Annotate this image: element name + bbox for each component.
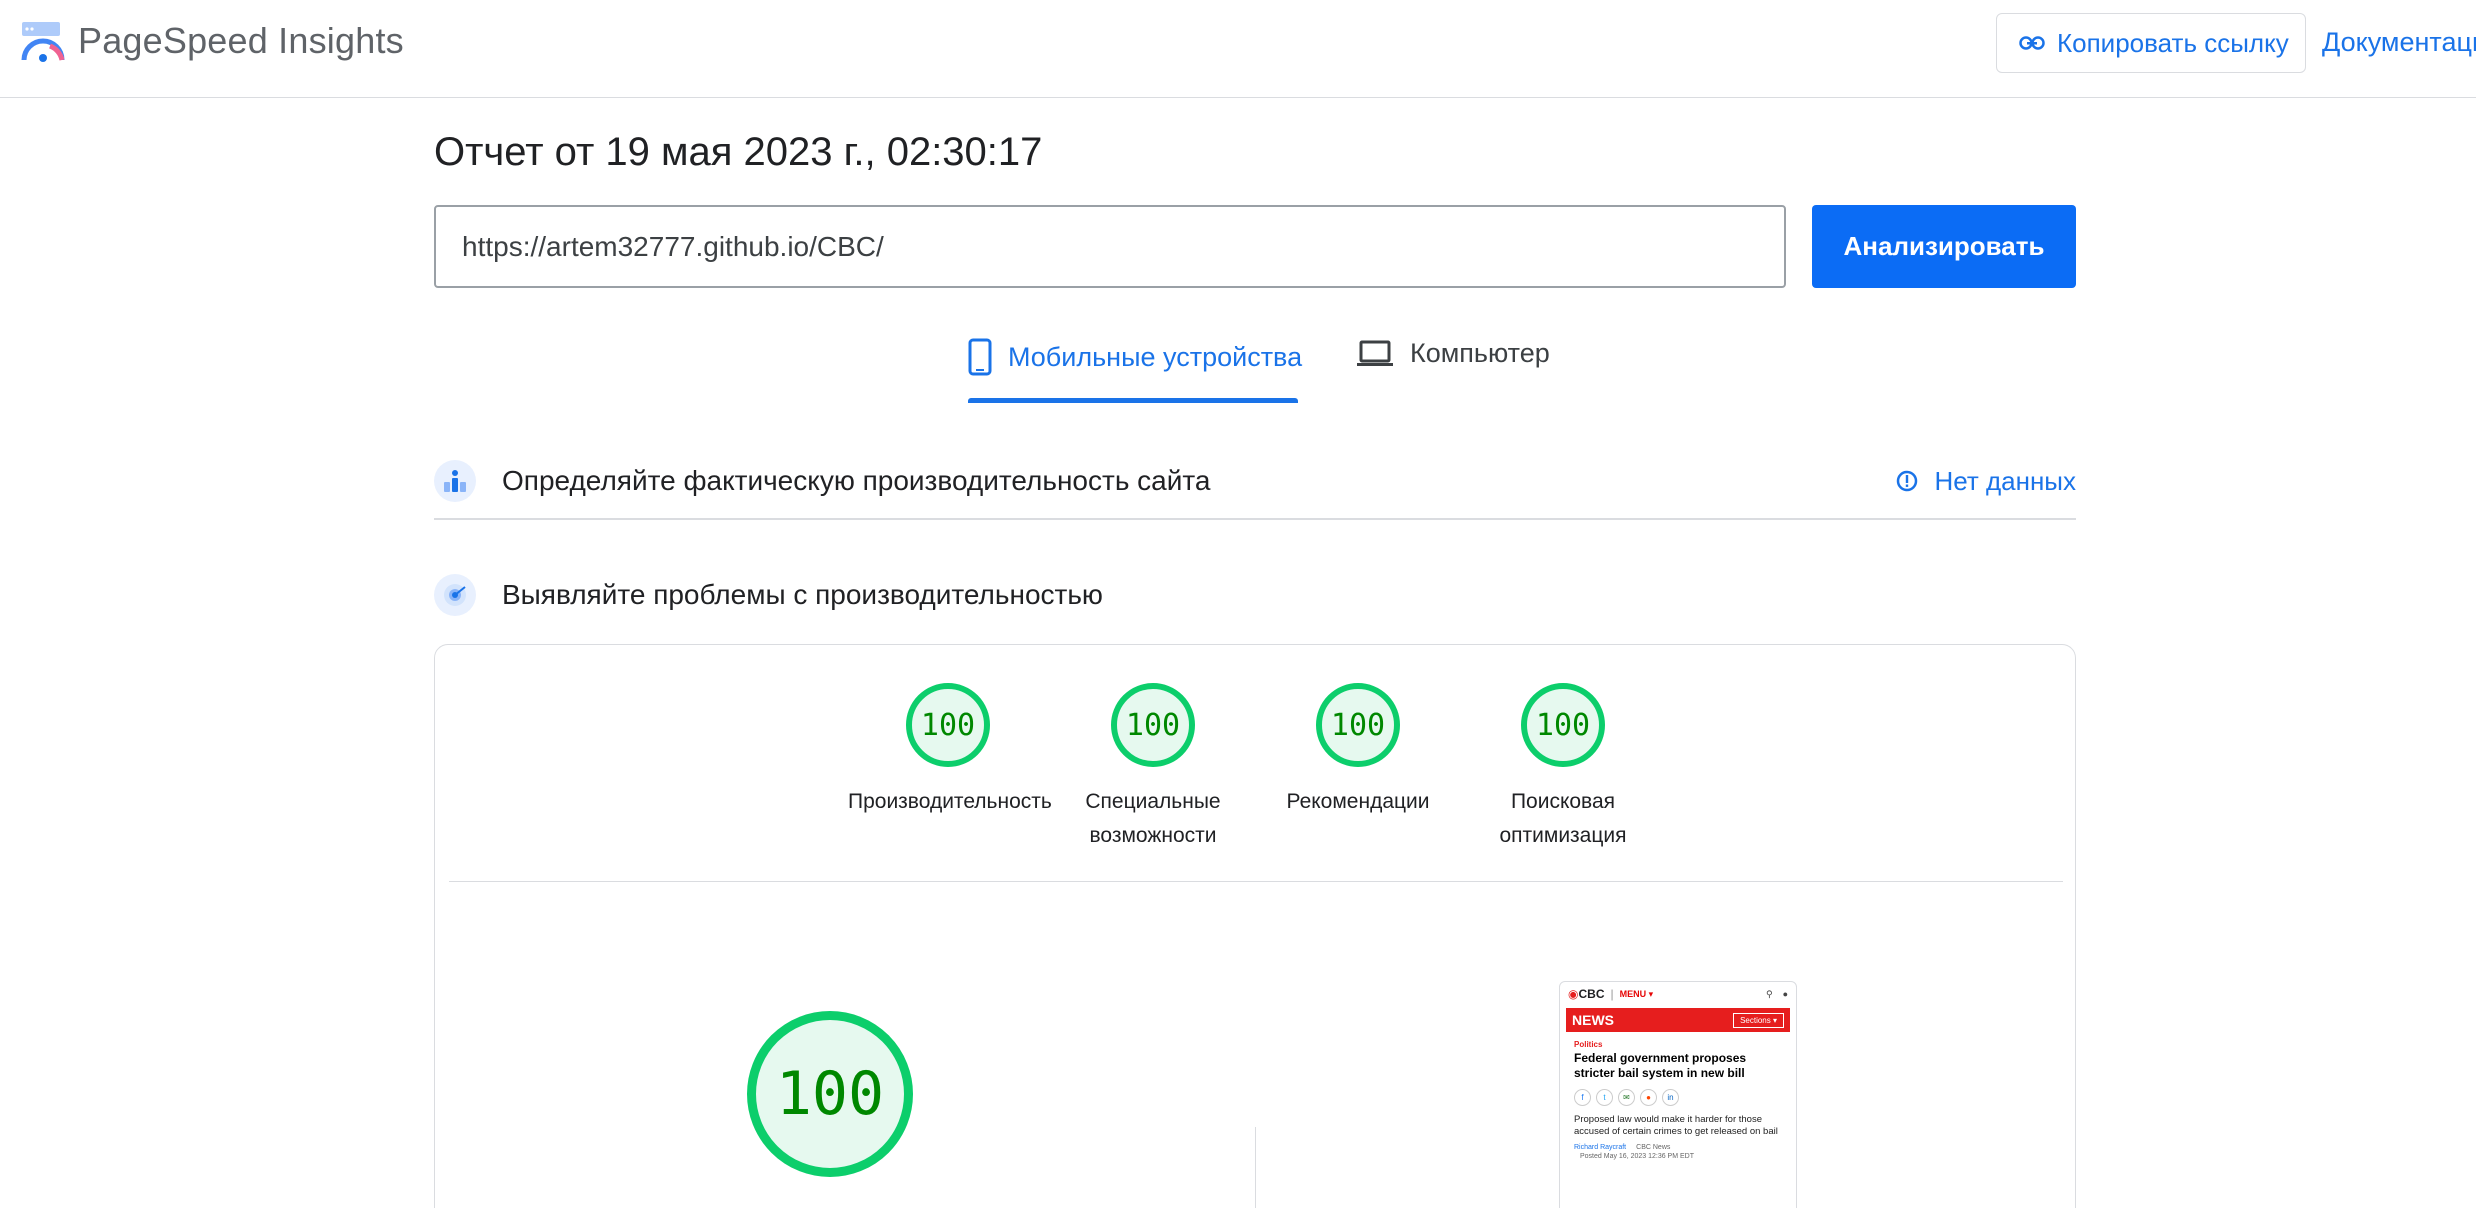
thumb-news-bar: NEWS Sections ▾ xyxy=(1566,1008,1790,1032)
thumb-menu: MENU ▾ xyxy=(1619,988,1654,999)
gauge-best-practices[interactable]: 100 Рекомендации xyxy=(1258,683,1458,819)
field-data-title: Определяйте фактическую производительнос… xyxy=(502,465,1211,496)
thumb-topbar: ◉CBC | MENU ▾ ⚲ ● xyxy=(1560,982,1796,1006)
field-data-icon xyxy=(434,460,476,502)
gauge-accessibility[interactable]: 100 Специальные возможности xyxy=(1053,683,1253,853)
tab-desktop-label: Компьютер xyxy=(1410,338,1550,368)
reddit-icon: ● xyxy=(1640,1089,1657,1106)
facebook-icon: f xyxy=(1574,1089,1591,1106)
url-input[interactable] xyxy=(434,205,1786,288)
thumb-menu-label: MENU xyxy=(1619,988,1647,999)
thumb-icons: ⚲ ● xyxy=(1766,989,1788,1000)
thumb-news-label: NEWS xyxy=(1572,1012,1614,1028)
thumb-cbc-logo: ◉CBC xyxy=(1568,987,1604,1001)
thumb-brand: CBC xyxy=(1578,987,1605,1001)
lab-data-title: Выявляйте проблемы с производительностью xyxy=(502,579,1103,610)
tab-mobile-label: Мобильные устройства xyxy=(1008,341,1303,372)
gauge-label: Поисковая оптимизация xyxy=(1463,785,1663,853)
gauge-label: Специальные возможности xyxy=(1053,785,1253,853)
thumb-summary: Proposed law would make it harder for th… xyxy=(1574,1114,1778,1137)
gauge-label-line: возможности xyxy=(1089,824,1217,847)
top-header: PageSpeed Insights Копировать ссылку Док… xyxy=(0,0,2476,98)
analyze-button[interactable]: Анализировать xyxy=(1812,205,2076,288)
no-data-label: Нет данных xyxy=(1934,465,2076,496)
search-icon: ⚲ xyxy=(1765,988,1773,999)
linkedin-icon: in xyxy=(1662,1089,1679,1106)
thumb-outlet: CBC News xyxy=(1636,1144,1671,1151)
lab-data-section: Выявляйте проблемы с производительностью xyxy=(434,570,2076,620)
thumb-headline: Federal government proposes stricter bai… xyxy=(1574,1051,1747,1080)
gauge-label-line: оптимизация xyxy=(1499,824,1627,847)
gauge-label-line: Специальные xyxy=(1085,790,1221,813)
gauge-performance[interactable]: 100 Производительность xyxy=(848,683,1052,819)
active-tab-indicator xyxy=(968,398,1298,403)
gauge-seo[interactable]: 100 Поисковая оптимизация xyxy=(1463,683,1663,853)
page-screenshot-thumbnail: ◉CBC | MENU ▾ ⚲ ● NEWS Sections ▾ Politi… xyxy=(1559,981,1797,1208)
smartphone-icon xyxy=(968,338,992,376)
thumb-author: Richard Raycraft xyxy=(1574,1144,1627,1151)
card-divider xyxy=(449,881,2063,882)
thumb-share-row: f t ✉ ● in xyxy=(1574,1089,1796,1106)
vertical-divider xyxy=(1255,1127,1256,1208)
gauge-score: 100 xyxy=(1316,683,1400,767)
info-icon xyxy=(1897,470,1918,492)
link-icon xyxy=(2019,36,2045,50)
tab-mobile[interactable]: Мобильные устройства xyxy=(968,338,1302,376)
laptop-icon xyxy=(1357,340,1393,366)
documentation-link[interactable]: Документаци xyxy=(2322,27,2476,58)
gauge-label-line: Рекомендации xyxy=(1286,790,1430,813)
user-icon: ● xyxy=(1782,988,1788,999)
tab-desktop[interactable]: Компьютер xyxy=(1356,338,1550,369)
gauge-label: Производительность xyxy=(848,785,1052,819)
copy-link-button[interactable]: Копировать ссылку xyxy=(1996,13,2306,73)
thumb-byline: Richard Raycraft CBC News xyxy=(1574,1144,1796,1151)
field-data-section: Определяйте фактическую производительнос… xyxy=(434,444,2076,520)
pagespeed-logo-icon xyxy=(21,22,65,62)
lab-data-icon xyxy=(434,574,476,616)
twitter-icon: t xyxy=(1596,1089,1613,1106)
score-gauges: 100 Производительность 100 Специальные в… xyxy=(435,683,2077,853)
thumb-sections: Sections ▾ xyxy=(1733,1012,1784,1028)
gauge-score: 100 xyxy=(1521,683,1605,767)
email-icon: ✉ xyxy=(1618,1089,1635,1106)
no-data-link[interactable]: Нет данных xyxy=(1896,466,2076,497)
main-performance-gauge: 100 xyxy=(747,1011,913,1177)
scores-card: 100 Производительность 100 Специальные в… xyxy=(434,644,2076,1208)
thumb-sections-label: Sections xyxy=(1740,1015,1771,1025)
thumb-posted: Posted May 16, 2023 12:36 PM EDT xyxy=(1580,1153,1695,1160)
thumb-separator: | xyxy=(1610,987,1614,1001)
cbc-gem-icon: ◉ xyxy=(1568,987,1579,1001)
gauge-label: Рекомендации xyxy=(1258,785,1458,819)
app-title[interactable]: PageSpeed Insights xyxy=(78,20,404,62)
gauge-score: 100 xyxy=(906,683,990,767)
gauge-score: 100 xyxy=(1111,683,1195,767)
gauge-label-line: Производительность xyxy=(848,790,1052,813)
thumb-category: Politics xyxy=(1574,1040,1603,1049)
report-title: Отчет от 19 мая 2023 г., 02:30:17 xyxy=(434,130,1043,174)
copy-link-label: Копировать ссылку xyxy=(2057,27,2289,58)
gauge-label-line: Поисковая xyxy=(1510,790,1616,813)
